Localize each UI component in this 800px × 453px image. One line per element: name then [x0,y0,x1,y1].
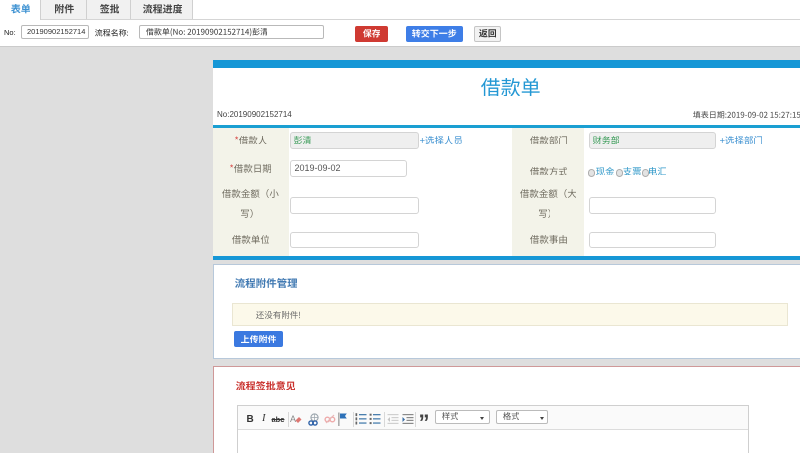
svg-text:A: A [290,414,296,424]
